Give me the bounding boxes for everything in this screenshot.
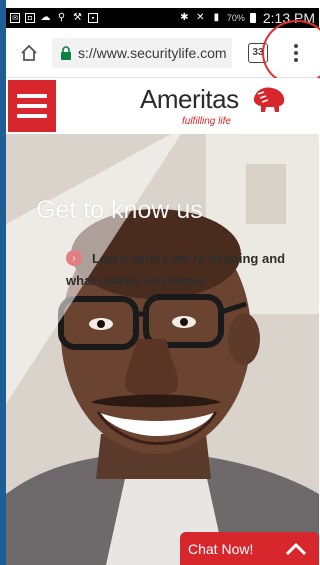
menu-dot-icon	[294, 43, 298, 48]
chat-now-button[interactable]: Chat Now!	[180, 532, 319, 565]
cloud-icon: ☁	[40, 12, 51, 23]
learn-more-text: Learn where we're heading and what makes…	[66, 251, 286, 288]
status-icons-left: ✉ ◘ ☁ ⚲ ⚒ ▪	[10, 13, 98, 24]
hero-section: Get to know us › Learn where we're headi…	[6, 134, 319, 565]
notification-icon: ✉	[10, 13, 20, 23]
battery-percent: 70%	[226, 13, 245, 23]
bluetooth-icon: ✱	[180, 12, 189, 23]
menu-dot-icon	[294, 57, 298, 62]
chat-now-label: Chat Now!	[188, 540, 254, 557]
site-logo[interactable]: Ameritas fulfilling life	[140, 84, 239, 127]
logo-name: Ameritas	[140, 84, 239, 114]
home-icon	[21, 44, 37, 61]
wrench-icon: ⚒	[73, 12, 82, 23]
chevron-up-icon	[285, 542, 307, 555]
menu-bar-icon	[17, 104, 47, 108]
learn-more-link[interactable]: Learn where we're heading and what makes…	[66, 248, 296, 292]
hamburger-menu-button[interactable]	[8, 80, 56, 132]
logo-tagline: fulfilling life	[182, 116, 231, 127]
lte-signal-icon: ▮	[213, 12, 220, 23]
status-bar: ✉ ◘ ☁ ⚲ ⚒ ▪ ✱ ✕ ▮ 70% 2:13 PM	[6, 8, 319, 28]
tab-count: 33	[252, 47, 264, 58]
url-text: s://www.securitylife.com	[78, 44, 227, 61]
status-icons-right: ✱ ✕ ▮ 70% 2:13 PM	[179, 10, 315, 26]
bison-logo-icon	[253, 87, 285, 112]
mute-icon: ✕	[196, 12, 205, 23]
notification-icon: ◘	[25, 13, 35, 23]
menu-bar-icon	[17, 94, 47, 98]
address-bar[interactable]: s://www.securitylife.com	[52, 37, 232, 68]
overflow-menu-button[interactable]	[286, 38, 306, 68]
usb-icon: ⚲	[57, 12, 66, 23]
screenshot-icon: ▪	[88, 13, 98, 23]
clock: 2:13 PM	[262, 10, 315, 26]
menu-dot-icon	[294, 50, 298, 55]
lock-icon	[61, 45, 71, 60]
home-button[interactable]	[14, 38, 44, 68]
browser-toolbar: s://www.securitylife.com 33	[6, 28, 319, 78]
site-header: Ameritas fulfilling life	[6, 78, 319, 134]
battery-icon	[249, 13, 256, 23]
tab-switcher-button[interactable]: 33	[248, 42, 268, 63]
menu-bar-icon	[17, 114, 47, 118]
hero-headline: Get to know us	[36, 196, 203, 224]
